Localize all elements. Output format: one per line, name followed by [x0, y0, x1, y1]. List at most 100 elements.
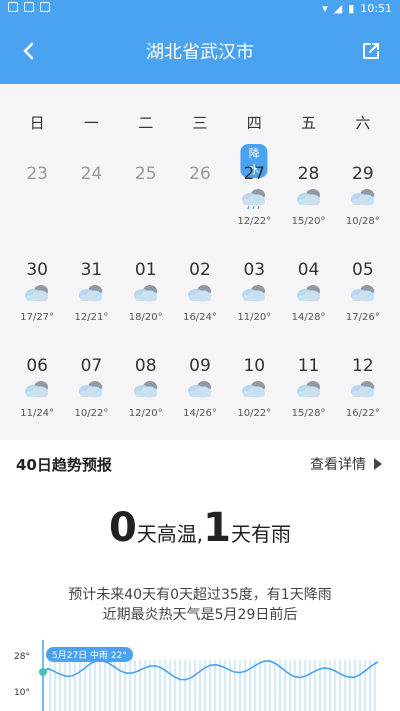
page-title: 湖北省武汉市 — [146, 42, 254, 63]
day-temperature-range: 15/28° — [291, 408, 326, 419]
calendar-day-cell: 24 — [64, 144, 118, 240]
day-number: 05 — [352, 260, 374, 280]
day-number: 24 — [80, 164, 103, 184]
weekday-label: 三 — [192, 114, 208, 132]
cloudy-icon — [239, 378, 269, 402]
cloudy-icon — [22, 282, 52, 306]
calendar-day-cell[interactable]: 10 10/22° — [227, 336, 281, 432]
cloudy-icon — [348, 378, 378, 402]
share-icon — [363, 43, 379, 59]
day-temperature-range: 12/22° — [237, 216, 272, 227]
today-marker-dot — [39, 668, 47, 676]
day-number: 04 — [297, 260, 320, 280]
battery-icon: ▮ — [348, 2, 355, 15]
weekday-label: 一 — [83, 114, 99, 132]
forecast-line-1: 预计未来40天有0天超过35度，有1天降雨 — [68, 587, 332, 603]
day-number: 07 — [80, 356, 103, 376]
rain-cloud-icon — [239, 186, 269, 210]
forecast-description: 预计未来40天有0天超过35度，有1天降雨 近期最炎热天气是5月29日前后 — [0, 585, 400, 625]
app-bar: 湖北省武汉市 — [0, 18, 400, 84]
signal-icon: ◢ — [333, 2, 343, 15]
cloudy-icon — [185, 282, 215, 306]
calendar-day-cell: 25 — [119, 144, 173, 240]
day-number: 28 — [297, 164, 320, 184]
cloudy-icon — [185, 378, 215, 402]
day-temperature-range: 17/27° — [20, 312, 55, 323]
weekday-header: 日一二三四五六 — [10, 112, 390, 133]
cloudy-icon — [348, 282, 378, 306]
calendar-day-cell[interactable]: 06 11/24° — [10, 336, 64, 432]
calendar-day-cell[interactable]: 29 10/28° — [336, 144, 390, 240]
cloudy-icon — [22, 378, 52, 402]
forecast-line-2: 近期最炎热天气是5月29日前后 — [102, 607, 298, 623]
calendar-day-cell[interactable]: 01 18/20° — [119, 240, 173, 336]
weekday-label: 四 — [246, 114, 262, 132]
day-number: 25 — [134, 164, 157, 184]
calendar-day-cell[interactable]: 降水 27 12/22° — [227, 144, 281, 240]
day-number: 30 — [26, 260, 48, 280]
cloudy-icon — [294, 378, 324, 402]
calendar-day-cell[interactable]: 05 17/26° — [336, 240, 390, 336]
trend-summary: 0天高温,1天有雨 — [0, 505, 400, 551]
day-temperature-range: 11/24° — [20, 408, 55, 419]
rain-days-count: 1 — [203, 505, 232, 551]
calendar-day-cell: 26 — [173, 144, 227, 240]
day-temperature-range: 14/28° — [291, 312, 326, 323]
cloudy-icon — [76, 378, 106, 402]
calendar-day-cell[interactable]: 02 16/24° — [173, 240, 227, 336]
cloudy-icon — [348, 186, 378, 210]
view-details-link[interactable]: 查看详情 — [310, 454, 382, 474]
wifi-icon: ▾ — [322, 2, 328, 15]
day-number: 08 — [134, 356, 157, 376]
hot-days-count: 0 — [108, 505, 137, 551]
hot-days-label: 天高温, — [136, 522, 204, 546]
calendar-day-cell[interactable]: 09 14/26° — [173, 336, 227, 432]
text-notification-icon — [40, 2, 50, 12]
day-temperature-range: 12/20° — [128, 408, 163, 419]
trend-header: 40日趋势预报 查看详情 — [0, 440, 400, 488]
forecast-calendar: 日一二三四五六 23 24 25 26 降水 27 12/22° 28 15/20° 29 10/2… — [0, 84, 400, 445]
day-temperature-range: 10/28° — [345, 216, 380, 227]
day-temperature-range: 16/22° — [345, 408, 380, 419]
triangle-right-icon — [374, 458, 382, 470]
cloudy-icon — [239, 282, 269, 306]
day-number: 10 — [243, 356, 266, 376]
rain-days-label: 天有雨 — [231, 522, 292, 546]
day-number: 11 — [297, 356, 320, 376]
day-temperature-range: 15/20° — [291, 216, 326, 227]
view-details-label: 查看详情 — [310, 457, 366, 473]
selected-day-label: 5月27日 中雨 22° — [46, 647, 133, 662]
calendar-day-cell[interactable]: 04 14/28° — [281, 240, 335, 336]
day-temperature-range: 18/20° — [128, 312, 163, 323]
day-number: 23 — [26, 164, 48, 184]
calendar-day-cell[interactable]: 07 10/22° — [64, 336, 118, 432]
calendar-day-cell[interactable]: 03 11/20° — [227, 240, 281, 336]
status-bar: ▾ ◢ ▮ 10:51 — [0, 0, 400, 18]
day-number: 31 — [80, 260, 103, 280]
cloudy-icon — [294, 186, 324, 210]
calendar-day-cell[interactable]: 12 16/22° — [336, 336, 390, 432]
status-icons-right: ▾ ◢ ▮ 10:51 — [322, 2, 392, 15]
calendar-day-cell[interactable]: 11 15/28° — [281, 336, 335, 432]
cloudy-icon — [76, 282, 106, 306]
day-temperature-range: 10/22° — [237, 408, 272, 419]
calendar-day-cell[interactable]: 31 12/21° — [64, 240, 118, 336]
day-number: 26 — [189, 164, 211, 184]
temperature-trend-chart[interactable]: 28° 10° 5月27日 中雨 22° — [0, 640, 400, 711]
cloudy-icon — [131, 282, 161, 306]
day-number: 27 — [243, 164, 266, 184]
status-icons-left — [8, 2, 50, 12]
day-number: 03 — [243, 260, 266, 280]
day-temperature-range: 17/26° — [345, 312, 380, 323]
calendar-day-cell[interactable]: 08 12/20° — [119, 336, 173, 432]
cloudy-icon — [131, 378, 161, 402]
app-notification-icon — [24, 2, 34, 12]
weekday-label: 五 — [301, 114, 317, 132]
calendar-day-cell[interactable]: 30 17/27° — [10, 240, 64, 336]
gallery-notification-icon — [8, 2, 18, 12]
calendar-day-cell[interactable]: 28 15/20° — [281, 144, 335, 240]
weekday-label: 日 — [29, 114, 45, 132]
share-button[interactable] — [356, 36, 386, 66]
calendar-day-cell: 23 — [10, 144, 64, 240]
day-number: 09 — [189, 356, 211, 376]
